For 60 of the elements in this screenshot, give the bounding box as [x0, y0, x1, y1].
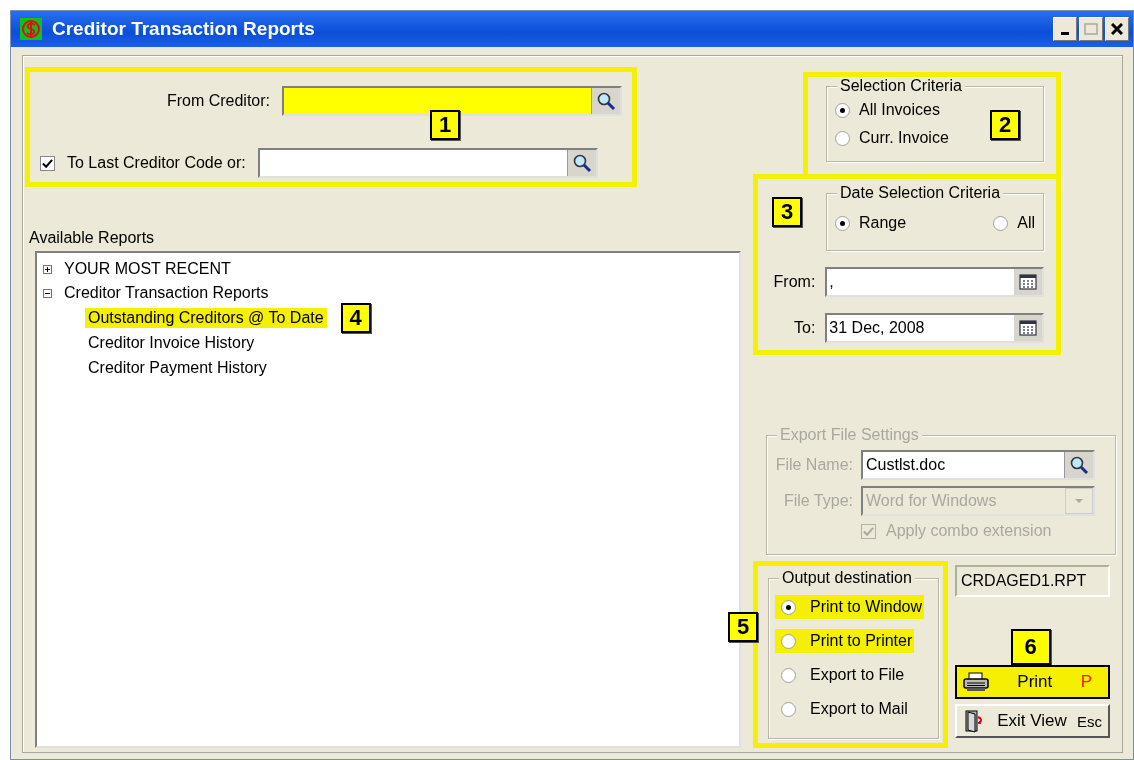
maximize-icon — [1084, 23, 1098, 35]
tree-item[interactable]: Creditor Invoice History — [85, 332, 258, 353]
from-date-field[interactable]: , — [825, 267, 1044, 297]
group-title: Export File Settings — [777, 426, 922, 444]
window-title: Creditor Transaction Reports — [52, 18, 315, 40]
option-label: Print to Printer — [810, 632, 913, 650]
maximize-button[interactable] — [1079, 17, 1103, 41]
callout-number: 1 — [430, 110, 460, 140]
option-label: Curr. Invoice — [859, 129, 949, 147]
from-creditor-field[interactable] — [282, 86, 622, 116]
dollar-icon — [20, 18, 42, 40]
tree-item[interactable]: Outstanding Creditors @ To Date — [85, 307, 327, 328]
radio-button[interactable] — [993, 215, 1009, 231]
radio-button[interactable] — [781, 701, 796, 717]
option-label: All — [1017, 214, 1035, 232]
callout-number: 5 — [728, 612, 758, 642]
tree-item[interactable]: YOUR MOST RECENT — [61, 259, 234, 279]
file-name-label: File Name: — [774, 456, 853, 474]
option-label: Export to Mail — [810, 700, 908, 718]
radio-button[interactable] — [835, 215, 850, 231]
close-icon — [1111, 23, 1123, 35]
from-date-label: From: — [772, 273, 816, 291]
printer-icon — [963, 672, 989, 692]
tree-item[interactable]: Creditor Payment History — [85, 357, 270, 378]
minimize-icon — [1061, 31, 1069, 35]
available-reports-label: Available Reports — [29, 229, 156, 247]
expand-icon[interactable] — [43, 264, 52, 274]
search-button[interactable] — [566, 150, 596, 176]
to-date-label: To: — [793, 319, 816, 337]
tree-item[interactable]: Creditor Transaction Reports — [61, 283, 272, 303]
radio-button[interactable] — [781, 599, 796, 615]
option-label: Range — [859, 214, 907, 232]
radio-button[interactable] — [781, 633, 796, 649]
radio-button[interactable] — [835, 130, 850, 146]
to-last-creditor-label: To Last Creditor Code or: — [67, 154, 246, 172]
radio-button[interactable] — [781, 667, 796, 683]
collapse-icon[interactable] — [43, 288, 52, 298]
report-file-field: CRDAGED1.RPT — [955, 565, 1110, 597]
radio-button[interactable] — [835, 102, 850, 118]
callout-number: 2 — [990, 110, 1020, 140]
print-button[interactable]: Print P — [955, 665, 1110, 699]
checkbox[interactable] — [40, 155, 55, 171]
file-type-label: File Type: — [782, 492, 853, 510]
exit-view-button[interactable]: Exit View Esc — [955, 704, 1110, 738]
calendar-icon[interactable] — [1014, 315, 1042, 341]
callout-number: 3 — [772, 197, 802, 227]
calendar-icon[interactable] — [1014, 269, 1042, 295]
option-label: All Invoices — [859, 101, 940, 119]
from-creditor-label: From Creditor: — [166, 92, 270, 110]
apply-combo-label: Apply combo extension — [886, 522, 1052, 540]
group-title: Output destination — [779, 569, 915, 587]
option-label: Export to File — [810, 666, 905, 684]
callout-number: 4 — [340, 302, 371, 333]
callout-number: 6 — [1010, 629, 1051, 665]
search-button[interactable] — [591, 88, 620, 114]
option-label: Print to Window — [810, 598, 923, 616]
to-creditor-field[interactable] — [257, 148, 598, 178]
to-date-field[interactable]: 31 Dec, 2008 — [825, 313, 1044, 343]
close-button[interactable] — [1105, 17, 1129, 41]
minimize-button[interactable] — [1053, 17, 1077, 41]
